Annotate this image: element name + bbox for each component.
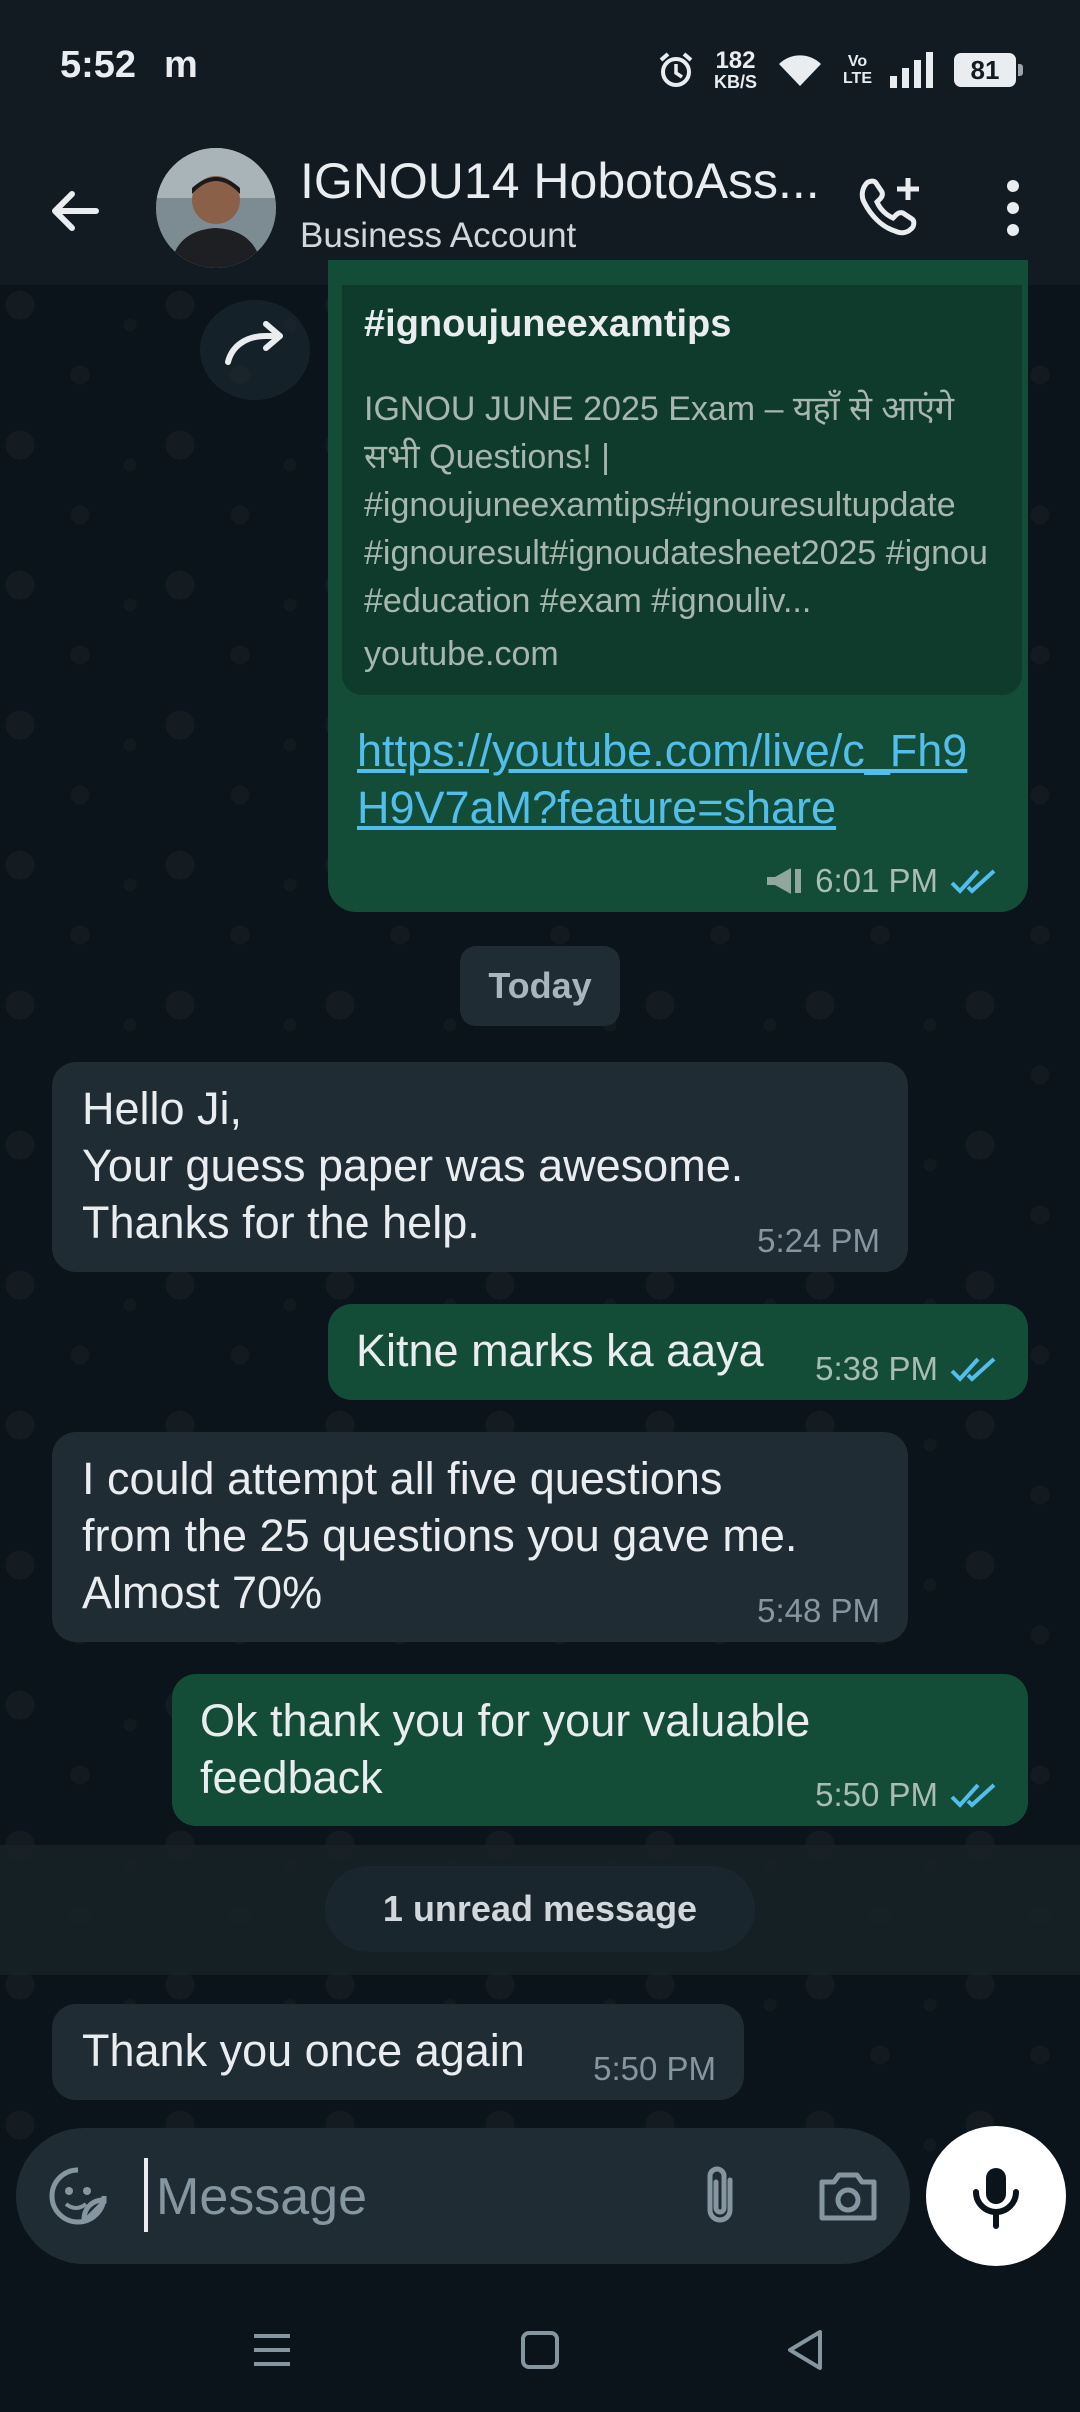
message-meta: 5:38 PM bbox=[815, 1350, 1000, 1388]
camera-icon[interactable] bbox=[812, 2160, 884, 2232]
contact-name[interactable]: IGNOU14 HobotoAss... bbox=[300, 152, 820, 210]
avatar[interactable] bbox=[156, 148, 276, 268]
message-text: Thank you once again bbox=[82, 2025, 525, 2076]
link-preview-card[interactable]: #ignoujuneexamtips IGNOU JUNE 2025 Exam … bbox=[342, 285, 1022, 695]
incoming-message[interactable]: Hello Ji, Your guess paper was awesome. … bbox=[52, 1062, 908, 1272]
forward-button[interactable] bbox=[200, 300, 310, 400]
read-ticks-icon bbox=[948, 865, 1000, 897]
microphone-button[interactable] bbox=[926, 2126, 1066, 2266]
message-meta: 5:50 PM bbox=[815, 1776, 1000, 1814]
message-text: I could attempt all five questions from … bbox=[82, 1453, 798, 1618]
message-meta: 6:01 PM bbox=[765, 862, 1000, 900]
carrier-icon: m bbox=[164, 44, 198, 86]
add-call-icon[interactable] bbox=[852, 170, 928, 246]
back-nav-icon[interactable] bbox=[776, 2320, 836, 2380]
unread-count-label: 1 unread message bbox=[325, 1866, 755, 1952]
status-bar: 5:52 m 182 KB/S Vo LTE 81 bbox=[0, 0, 1080, 140]
battery-icon: 81 bbox=[954, 53, 1023, 87]
sticker-icon[interactable] bbox=[46, 2164, 110, 2228]
preview-title: #ignoujuneexamtips bbox=[364, 303, 732, 345]
contact-subtitle: Business Account bbox=[300, 216, 577, 255]
outgoing-message[interactable]: Kitne marks ka aaya 5:38 PM bbox=[328, 1304, 1028, 1400]
alarm-icon bbox=[656, 50, 696, 90]
wifi-icon bbox=[775, 50, 825, 90]
recents-icon[interactable] bbox=[242, 2320, 302, 2380]
preview-description: IGNOU JUNE 2025 Exam – यहाँ से आएंगे सभी… bbox=[364, 390, 988, 620]
text-cursor bbox=[144, 2158, 148, 2232]
message-time: 5:48 PM bbox=[757, 1592, 880, 1629]
more-options-icon[interactable] bbox=[990, 170, 1036, 246]
attach-icon[interactable] bbox=[684, 2160, 756, 2232]
read-ticks-icon bbox=[948, 1353, 1000, 1385]
preview-domain: youtube.com bbox=[364, 635, 559, 673]
volte-icon: Vo LTE bbox=[842, 53, 872, 87]
signal-icon bbox=[890, 52, 936, 88]
message-link[interactable]: https://youtube.com/live/c_Fh9H9V7aM?fea… bbox=[357, 722, 997, 836]
back-button[interactable] bbox=[40, 176, 110, 246]
network-speed: 182 KB/S bbox=[713, 47, 757, 92]
system-navigation-bar bbox=[0, 2290, 1080, 2412]
status-icons: 182 KB/S Vo LTE 81 bbox=[656, 44, 1023, 96]
status-time: 5:52 bbox=[60, 44, 137, 86]
broadcast-icon bbox=[765, 865, 805, 897]
outgoing-message[interactable]: Ok thank you for your valuable feedback … bbox=[172, 1674, 1028, 1826]
message-time: 5:24 PM bbox=[757, 1222, 880, 1259]
read-ticks-icon bbox=[948, 1779, 1000, 1811]
message-text: Ok thank you for your valuable feedback bbox=[200, 1695, 811, 1803]
message-input[interactable] bbox=[154, 2156, 698, 2238]
message-text: Kitne marks ka aaya bbox=[356, 1325, 764, 1376]
incoming-message[interactable]: I could attempt all five questions from … bbox=[52, 1432, 908, 1642]
incoming-message[interactable]: Thank you once again 5:50 PM bbox=[52, 2004, 744, 2100]
message-text: Hello Ji, Your guess paper was awesome. … bbox=[82, 1083, 744, 1248]
message-time: 5:50 PM bbox=[593, 2050, 716, 2087]
date-divider: Today bbox=[460, 946, 620, 1026]
home-icon[interactable] bbox=[510, 2320, 570, 2380]
message-composer bbox=[16, 2128, 910, 2264]
